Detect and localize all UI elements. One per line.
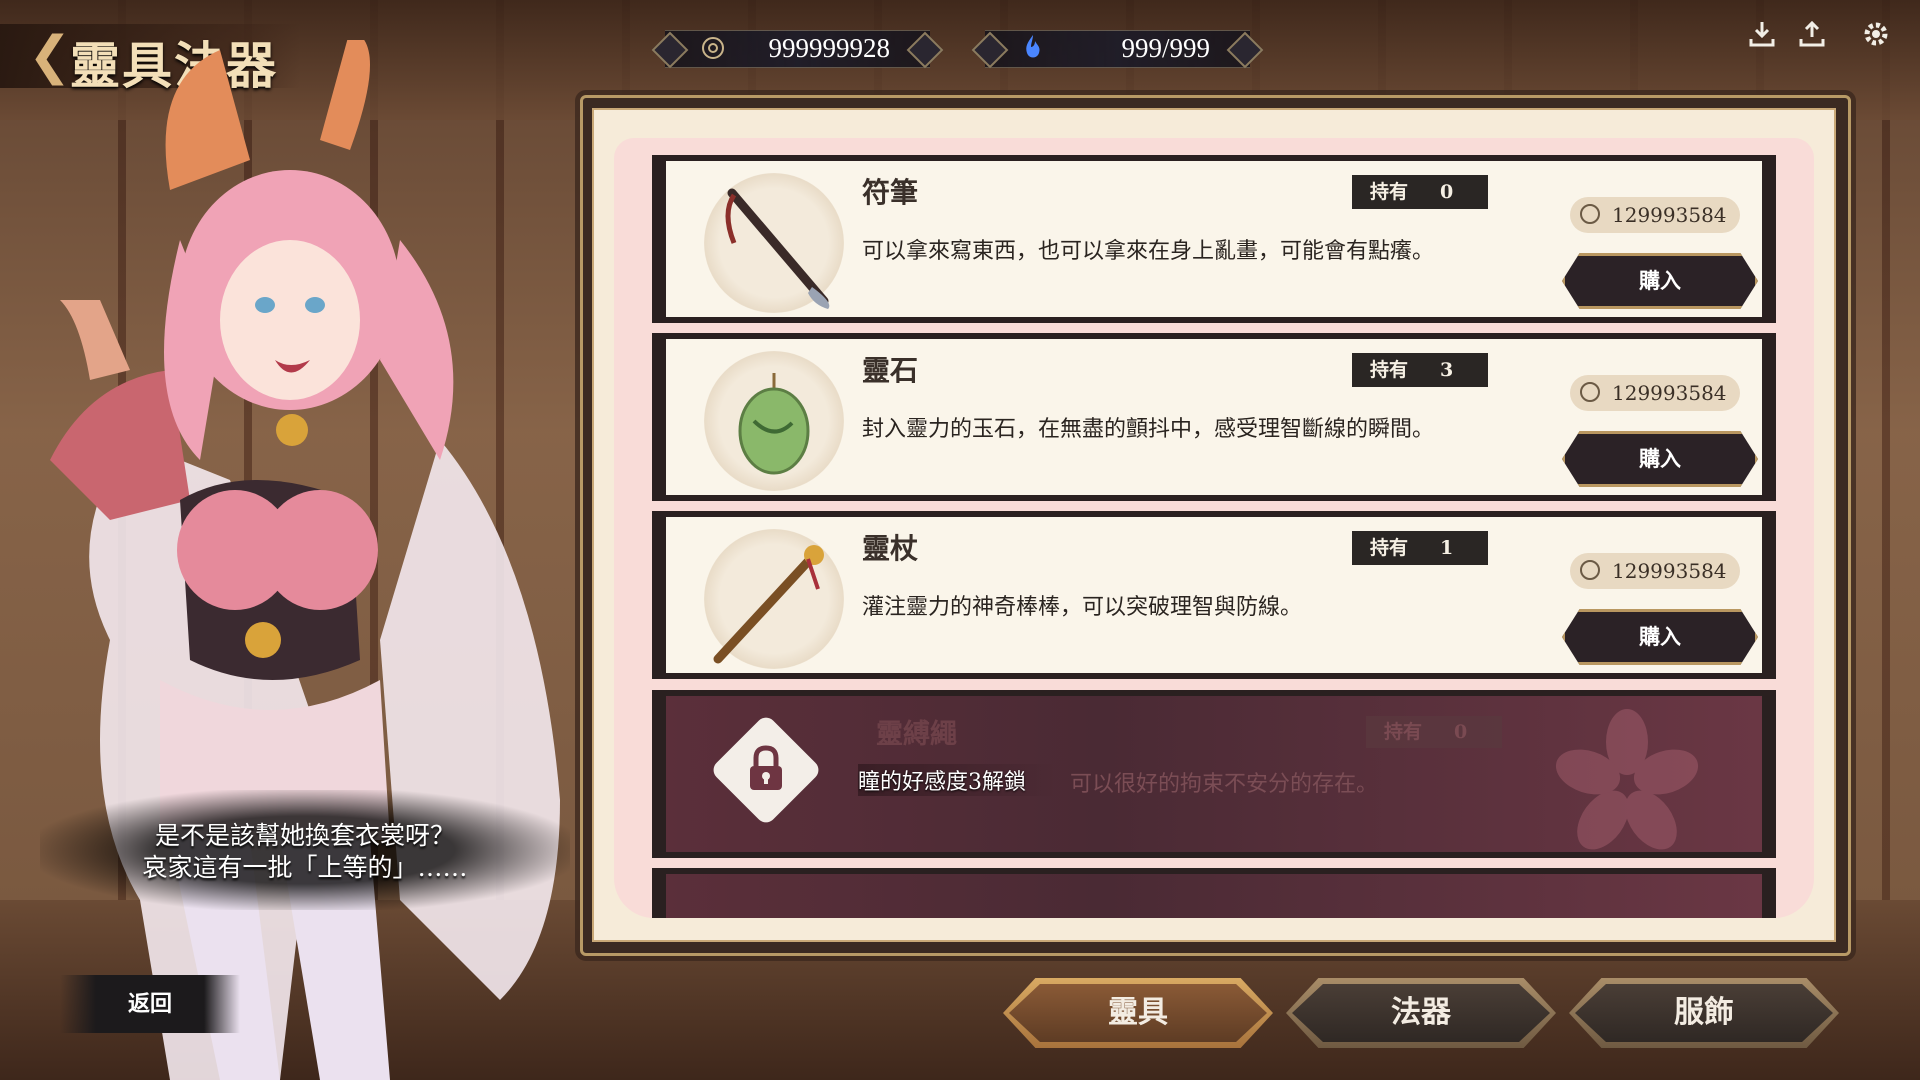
owned-count: 持有 0	[1366, 716, 1502, 748]
item-card: 靈石 持有 3 封入靈力的玉石，在無盡的顫抖中，感受理智斷線的瞬間。 12999…	[666, 339, 1762, 495]
item-card: 符筆 持有 0 可以拿來寫東西，也可以拿來在身上亂畫，可能會有點癢。 12999…	[666, 161, 1762, 317]
coin-icon	[1580, 382, 1600, 402]
fox-girl-character	[50, 40, 560, 1080]
item-card: 靈杖 持有 1 灌注靈力的神奇棒棒，可以突破理智與防線。 129993584 購…	[666, 517, 1762, 673]
spirit-flame-icon	[1019, 34, 1047, 62]
coin-counter: 999999928	[651, 30, 944, 69]
list-item-partial	[652, 868, 1776, 918]
unlock-requirement: 瞳的好感度3解鎖	[858, 764, 1056, 796]
owned-count: 持有 3	[1352, 353, 1488, 387]
buy-button[interactable]: 購入	[1562, 253, 1758, 309]
coin-icon	[1580, 204, 1600, 224]
locked-item-card	[666, 874, 1762, 918]
dialog-line-1: 是不是該幫她換套衣裳呀？	[154, 821, 455, 850]
owned-label: 持有	[1370, 537, 1409, 559]
download-icon[interactable]	[1742, 18, 1782, 58]
buy-button[interactable]: 購入	[1562, 431, 1758, 487]
price-value: 129993584	[1612, 203, 1727, 227]
item-name: 符筆	[862, 176, 919, 209]
locked-item-card: 靈縛繩 持有 0 可以很好的拘束不安分的存在。 瞳的好感度3解鎖	[666, 696, 1762, 852]
dialog-line-2: 哀家這有一批「上等的」……	[142, 853, 468, 882]
price-tag: 129993584	[1570, 375, 1740, 411]
price-value: 129993584	[1612, 559, 1727, 583]
gear-icon[interactable]	[1856, 18, 1896, 58]
price-value: 129993584	[1612, 381, 1727, 405]
price-tag: 129993584	[1570, 553, 1740, 589]
tab-outfits[interactable]: 服飾	[1569, 978, 1839, 1048]
brush-icon	[704, 173, 844, 313]
item-description: 可以很好的拘束不安分的存在。	[1070, 772, 1379, 797]
coin-icon	[1580, 560, 1600, 580]
locked-list-item: 靈縛繩 持有 0 可以很好的拘束不安分的存在。 瞳的好感度3解鎖	[652, 690, 1776, 858]
owned-label: 持有	[1370, 181, 1409, 203]
lock-icon	[750, 745, 782, 790]
owned-value: 0	[1454, 721, 1468, 743]
owned-count: 持有 1	[1352, 531, 1488, 565]
item-name: 靈石	[862, 354, 919, 387]
tab-spirit-tools[interactable]: 靈具	[1003, 978, 1273, 1048]
spirit-counter: 999/999	[971, 30, 1264, 69]
item-name: 靈杖	[862, 532, 919, 565]
tab-label: 靈具	[1108, 995, 1168, 1030]
owned-label: 持有	[1370, 359, 1409, 381]
owned-value: 3	[1440, 359, 1454, 381]
list-item: 符筆 持有 0 可以拿來寫東西，也可以拿來在身上亂畫，可能會有點癢。 12999…	[652, 155, 1776, 323]
spirit-value: 999/999	[1121, 33, 1210, 63]
owned-value: 0	[1440, 181, 1454, 203]
staff-icon	[704, 529, 844, 669]
coin-icon	[699, 34, 727, 62]
owned-label: 持有	[1384, 721, 1423, 743]
coin-value: 999999928	[768, 33, 891, 63]
price-tag: 129993584	[1570, 197, 1740, 233]
sakura-icon	[1555, 709, 1699, 850]
tab-label: 服飾	[1674, 995, 1734, 1030]
item-description: 封入靈力的玉石，在無盡的顫抖中，感受理智斷線的瞬間。	[862, 417, 1435, 442]
list-item: 靈杖 持有 1 灌注靈力的神奇棒棒，可以突破理智與防線。 129993584 購…	[652, 511, 1776, 679]
upload-icon[interactable]	[1792, 18, 1832, 58]
tab-artifacts[interactable]: 法器	[1286, 978, 1556, 1048]
back-button[interactable]: 返回	[60, 975, 240, 1033]
owned-value: 1	[1440, 537, 1454, 559]
buy-button[interactable]: 購入	[1562, 609, 1758, 665]
item-name: 靈縛繩	[876, 719, 957, 750]
item-description: 灌注靈力的神奇棒棒，可以突破理智與防線。	[862, 595, 1303, 620]
jade-stone-icon	[704, 351, 844, 491]
dialog-box: 是不是該幫她換套衣裳呀？ 哀家這有一批「上等的」……	[40, 790, 570, 910]
item-description: 可以拿來寫東西，也可以拿來在身上亂畫，可能會有點癢。	[862, 239, 1435, 264]
owned-count: 持有 0	[1352, 175, 1488, 209]
list-item: 靈石 持有 3 封入靈力的玉石，在無盡的顫抖中，感受理智斷線的瞬間。 12999…	[652, 333, 1776, 501]
tab-label: 法器	[1391, 995, 1451, 1030]
